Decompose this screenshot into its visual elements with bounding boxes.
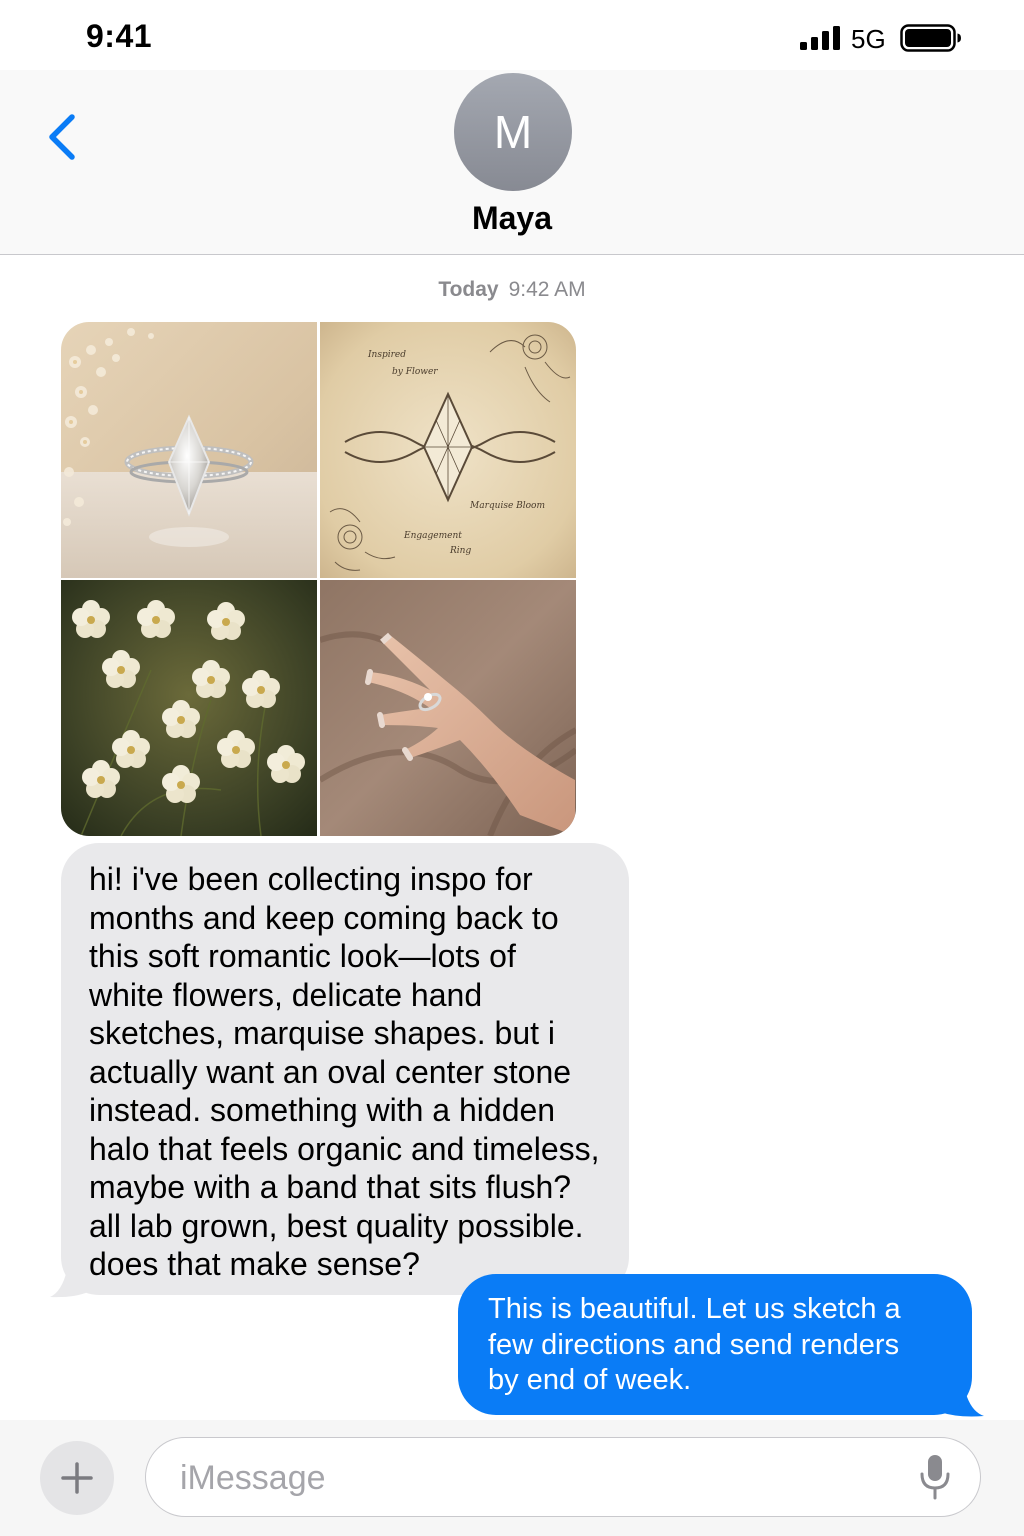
timestamp-time: 9:42 AM — [508, 278, 586, 301]
conversation-header: M Maya — [0, 70, 1024, 255]
outgoing-line: few directions and send renders — [488, 1328, 900, 1361]
status-time: 9:41 — [86, 18, 153, 54]
imessage-input[interactable] — [178, 1448, 882, 1508]
sketch-image: Inspired by Flower Marquise Bloom Engage… — [320, 322, 576, 578]
incoming-line: white flowers, delicate hand — [89, 976, 483, 1013]
incoming-line: months and keep coming back to — [89, 899, 559, 936]
sketch-caption-bottom-2: Ring — [449, 546, 471, 556]
plus-icon — [61, 1462, 93, 1494]
incoming-line: actually want an oval center stone — [89, 1053, 572, 1090]
incoming-line: halo that feels organic and timeless, — [89, 1130, 600, 1167]
back-chevron-icon[interactable] — [44, 112, 80, 162]
incoming-line: all lab grown, best quality possible. — [89, 1207, 584, 1244]
microphone-icon[interactable] — [918, 1454, 952, 1500]
photo-ring-sketch[interactable]: Inspired by Flower Marquise Bloom Engage… — [320, 322, 576, 578]
message-input-bar — [0, 1420, 1024, 1536]
photo-white-flowers[interactable] — [61, 580, 317, 836]
battery-icon — [900, 24, 961, 52]
messages-screen: 9:41 5G M Maya Today 9:42 AM Inspired by… — [0, 0, 1024, 1536]
ring-photo-image — [61, 322, 317, 578]
outgoing-message-bubble[interactable]: This is beautiful. Let us sketch a few d… — [458, 1274, 972, 1415]
timestamp-day: Today — [438, 278, 499, 301]
avatar-initial: M — [493, 106, 533, 158]
incoming-line: instead. something with a hidden — [89, 1092, 556, 1128]
outgoing-line: by end of week. — [488, 1364, 692, 1396]
contact-avatar[interactable]: M — [454, 73, 572, 191]
flowers-image — [61, 580, 317, 836]
imessage-field[interactable] — [145, 1437, 981, 1517]
sketch-caption-right: Marquise Bloom — [469, 501, 545, 511]
incoming-line: maybe with a band that sits flush? — [89, 1169, 572, 1205]
incoming-line: this soft romantic look—lots of — [89, 938, 516, 974]
incoming-message-bubble[interactable]: hi! i've been collecting inspo for month… — [61, 843, 629, 1295]
signal-icon — [800, 26, 840, 50]
sketch-caption-top-1: Inspired — [367, 350, 406, 360]
photo-grid-attachment[interactable]: Inspired by Flower Marquise Bloom Engage… — [61, 322, 576, 836]
network-type: 5G — [851, 24, 886, 54]
message-timestamp: Today 9:42 AM — [0, 278, 1024, 302]
incoming-line: sketches, marquise shapes. but i — [89, 1015, 556, 1051]
status-bar: 9:41 5G — [0, 0, 1024, 70]
outgoing-line: This is beautiful. Let us sketch a — [488, 1293, 901, 1325]
photo-ring-on-marble[interactable] — [61, 322, 317, 578]
sketch-caption-bottom-1: Engagement — [403, 531, 462, 541]
apps-plus-button[interactable] — [40, 1441, 114, 1515]
sketch-caption-top-2: by Flower — [392, 367, 438, 377]
contact-name[interactable]: Maya — [0, 200, 1024, 237]
photo-hand-with-ring[interactable] — [320, 580, 576, 836]
incoming-line: hi! i've been collecting inspo for — [89, 861, 533, 897]
hand-image — [320, 580, 576, 836]
